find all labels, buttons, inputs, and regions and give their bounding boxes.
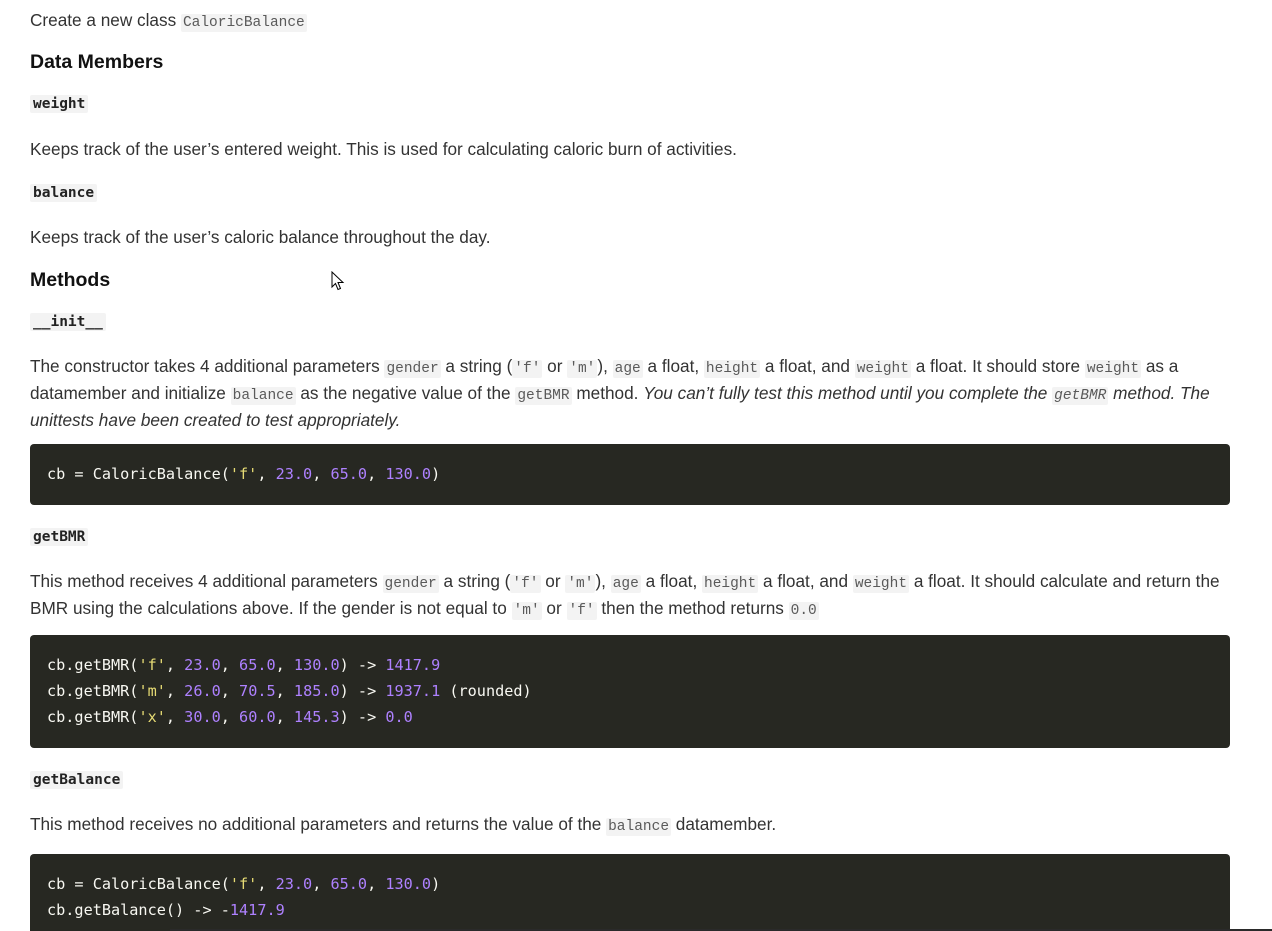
mouse-cursor-icon (331, 271, 345, 291)
weight-member-heading: weight (30, 92, 89, 116)
getbalance-code-block: cb = CaloricBalance('f', 23.0, 65.0, 130… (30, 854, 1230, 931)
class-name-code: CaloricBalance (180, 14, 307, 32)
weight-param-code: weight (854, 360, 911, 378)
methods-heading: Methods (30, 269, 111, 291)
balance-member-heading: balance (30, 181, 98, 205)
balance-member-desc: Keeps track of the user’s caloric balanc… (30, 227, 491, 247)
balance-member-name: balance (30, 184, 98, 202)
age-param-code: age (612, 360, 643, 378)
getbalance-description: This method receives no additional param… (30, 814, 777, 836)
code-line: cb.getBMR('m', 26.0, 70.5, 185.0) -> 193… (47, 682, 532, 700)
height-param-code: height (703, 360, 761, 378)
code-line: cb = CaloricBalance('f', 23.0, 65.0, 130… (47, 875, 441, 893)
intro-paragraph: Create a new class CaloricBalance (30, 8, 307, 35)
init-description: The constructor takes 4 additional param… (30, 356, 1210, 430)
init-method-heading: __init__ (30, 310, 106, 334)
getbalance-method-name: getBalance (30, 771, 124, 789)
getbmr-description: This method receives 4 additional parame… (30, 571, 1220, 620)
getbmr-method-heading: getBMR (30, 525, 89, 549)
code-line: cb.getBMR('f', 23.0, 65.0, 130.0) -> 141… (47, 656, 441, 674)
init-code-block: cb = CaloricBalance('f', 23.0, 65.0, 130… (30, 444, 1230, 505)
code-line: cb.getBalance() -> -1417.9 (47, 901, 285, 919)
code-line: cb = CaloricBalance('f', 23.0, 65.0, 130… (47, 465, 441, 483)
getbmr-code-block: cb.getBMR('f', 23.0, 65.0, 130.0) -> 141… (30, 635, 1230, 748)
init-method-name: __init__ (30, 313, 106, 331)
data-members-heading: Data Members (30, 51, 164, 73)
code-line: cb.getBMR('x', 30.0, 60.0, 145.3) -> 0.0 (47, 708, 413, 726)
intro-text: Create a new class (30, 10, 181, 30)
getbalance-method-heading: getBalance (30, 768, 124, 792)
weight-member-name: weight (30, 95, 89, 113)
gender-param-code: gender (384, 360, 441, 378)
getbmr-method-name: getBMR (30, 528, 89, 546)
weight-member-desc: Keeps track of the user’s entered weight… (30, 139, 737, 159)
